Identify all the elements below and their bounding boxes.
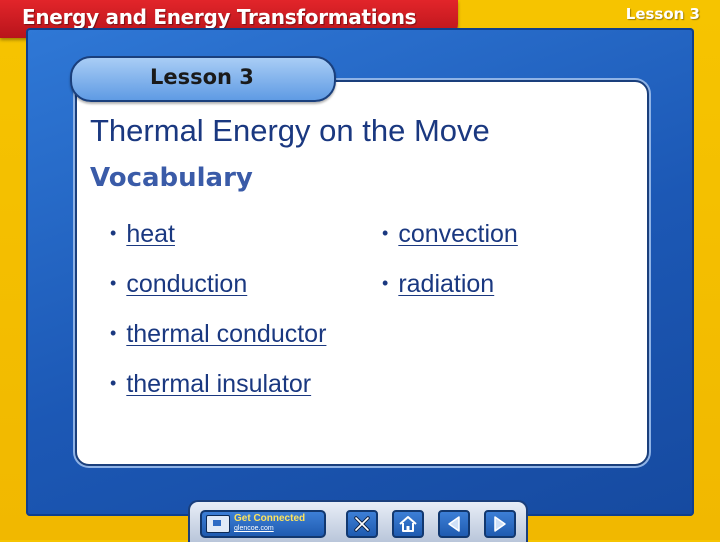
- bullet: •: [110, 373, 117, 393]
- bullet: •: [110, 323, 117, 343]
- computer-icon: [206, 515, 230, 533]
- slide-title: Thermal Energy on the Move: [90, 113, 490, 148]
- previous-button[interactable]: [438, 510, 470, 538]
- bullet: •: [382, 273, 389, 293]
- lesson-tab-label: Lesson 3: [150, 65, 254, 89]
- vocab-term-convection[interactable]: • convection: [382, 220, 518, 249]
- vocab-term-radiation[interactable]: • radiation: [382, 270, 494, 299]
- vocab-term-thermal-conductor[interactable]: • thermal conductor: [110, 320, 326, 349]
- course-title: Energy and Energy Transformations: [22, 5, 417, 29]
- lesson-tab: Lesson 3: [70, 56, 336, 102]
- next-button[interactable]: [484, 510, 516, 538]
- vocab-term-conduction[interactable]: • conduction: [110, 270, 247, 299]
- previous-icon: [448, 516, 460, 532]
- vocab-term-label: radiation: [398, 270, 495, 298]
- vocab-term-label: conduction: [126, 270, 248, 298]
- get-connected-link: glencoe.com: [234, 525, 274, 532]
- get-connected-label: Get Connected: [234, 513, 306, 524]
- home-button[interactable]: [392, 510, 424, 538]
- section-heading: Vocabulary: [90, 163, 253, 193]
- vocab-term-thermal-insulator[interactable]: • thermal insulator: [110, 370, 311, 399]
- navigation-bar: Get Connected glencoe.com: [188, 500, 528, 542]
- vocab-term-label: thermal insulator: [126, 370, 312, 398]
- bullet: •: [110, 273, 117, 293]
- vocab-term-heat[interactable]: • heat: [110, 220, 175, 249]
- close-button[interactable]: [346, 510, 378, 538]
- next-icon: [494, 516, 506, 532]
- home-icon: [399, 516, 417, 532]
- vocab-term-label: heat: [126, 220, 175, 248]
- vocab-term-label: thermal conductor: [126, 320, 327, 348]
- get-connected-button[interactable]: Get Connected glencoe.com: [200, 510, 326, 538]
- corner-lesson-label: Lesson 3: [625, 5, 700, 23]
- bullet: •: [382, 223, 389, 243]
- close-icon: [354, 516, 370, 532]
- bullet: •: [110, 223, 117, 243]
- vocab-term-label: convection: [398, 220, 518, 248]
